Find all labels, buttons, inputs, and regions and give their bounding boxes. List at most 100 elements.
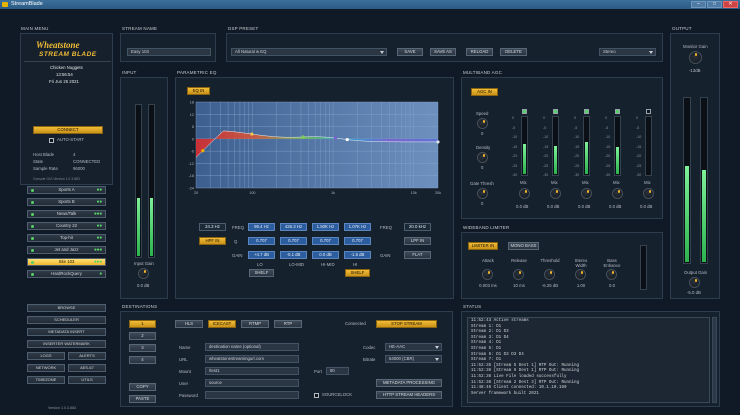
reload-button[interactable]: RELOAD (466, 48, 493, 56)
menu-button[interactable]: TIMEZONE (27, 376, 65, 384)
band-freq-field[interactable]: 426.3 Hz (280, 223, 307, 231)
maximize-button[interactable]: □ (707, 1, 722, 8)
source-item[interactable]: News/Talk ●●● (27, 210, 106, 218)
monitor-gain-knob[interactable] (689, 51, 702, 64)
agc-band-enable[interactable] (646, 109, 651, 114)
shelf-button[interactable]: SHELF (345, 269, 370, 277)
destination-slot-button[interactable]: 1 (129, 320, 156, 328)
copy-button[interactable]: COPY (129, 383, 156, 391)
band-q-field[interactable]: 0.707 (248, 237, 275, 245)
band-gain-field[interactable]: +4.7 dB (248, 251, 275, 259)
source-item[interactable]: Sports A ●● (27, 186, 106, 194)
band-gain-field[interactable]: 0.0 dB (312, 251, 339, 259)
menu-button[interactable]: AES-67 (68, 364, 106, 372)
eq-in-button[interactable]: EQ IN (187, 87, 210, 95)
eq-graph[interactable]: 18 12 6 0 -6 -12 -18 -2420 100 1k 10k 20k (184, 100, 446, 198)
bitrate-value: 64000 (CBR) (389, 356, 415, 361)
preset-select[interactable]: All Natural w EQ (231, 48, 387, 56)
save-as-button[interactable]: SAVE AS (430, 48, 456, 56)
band-q-field[interactable]: 0.707 (344, 237, 371, 245)
protocol-tab[interactable]: RTMP (241, 320, 269, 328)
agc-knob[interactable] (477, 152, 488, 163)
protocol-tab[interactable]: ICECAST (208, 320, 236, 328)
source-item[interactable]: Country 22 ●● (27, 222, 106, 230)
password-input[interactable] (205, 391, 299, 399)
agc-knob[interactable] (477, 188, 488, 199)
agc-band-enable[interactable] (553, 109, 558, 114)
codec-select[interactable]: HE-AAC (385, 343, 442, 351)
protocol-tab[interactable]: HLS (175, 320, 203, 328)
band-q-field[interactable]: 0.707 (312, 237, 339, 245)
band-freq-field[interactable]: 1.50K Hz (312, 223, 339, 231)
menu-button[interactable]: ALERTS (68, 352, 106, 360)
limiter-knob[interactable] (575, 269, 586, 280)
bitrate-select[interactable]: 64000 (CBR) (385, 355, 442, 363)
agc-band-enable[interactable] (522, 109, 527, 114)
connect-button[interactable]: CONNECT (33, 126, 103, 134)
band-q-field[interactable]: 0.707 (280, 237, 307, 245)
close-button[interactable]: ✕ (723, 1, 738, 8)
menu-button[interactable]: METADATA INSERT (27, 328, 106, 336)
agc-band-knob[interactable] (550, 188, 561, 199)
source-item[interactable]: Jet and Jazz ●●● (27, 246, 106, 254)
menu-button[interactable]: SCHEDULER (27, 316, 106, 324)
band-freq-field[interactable]: 98.4 Hz (248, 223, 275, 231)
source-item[interactable]: Top-hit ●● (27, 234, 106, 242)
save-button[interactable]: SAVE (397, 48, 423, 56)
metadata-processing-button[interactable]: METADATA PROCESSING (376, 379, 442, 387)
status-scrollbar[interactable] (712, 317, 717, 403)
agc-knob[interactable] (477, 118, 488, 129)
delete-button[interactable]: DELETE (500, 48, 527, 56)
paste-button[interactable]: PASTE (129, 395, 156, 403)
agc-band-knob[interactable] (581, 188, 592, 199)
flat-button[interactable]: FLAT (404, 251, 431, 259)
agc-in-button[interactable]: AGC IN (471, 88, 498, 96)
source-item[interactable]: HardRockQuery ● (27, 270, 106, 278)
minimize-button[interactable]: – (691, 1, 706, 8)
agc-band-knob[interactable] (519, 188, 530, 199)
input-gain-knob[interactable] (138, 268, 149, 279)
http-headers-button[interactable]: HTTP STREAM HEADERS (376, 391, 442, 399)
hpf-freq-field[interactable]: 24.3 Hz (199, 223, 226, 231)
name-input[interactable]: destination name (optional) (205, 343, 299, 351)
menu-button[interactable]: INSERTER WATERMARK (27, 340, 106, 348)
stream-name-input[interactable]: Easy 103 (127, 48, 211, 56)
stop-stream-button[interactable]: STOP STREAM (376, 320, 437, 328)
user-input[interactable]: source (205, 379, 299, 387)
shelf-button[interactable]: SHELF (249, 269, 274, 277)
agc-band-enable[interactable] (584, 109, 589, 114)
hpf-in-button[interactable]: HPF IN (199, 237, 226, 245)
menu-button[interactable]: NETWORK (27, 364, 65, 372)
band-freq-field[interactable]: 1.07K Hz (344, 223, 371, 231)
destination-slot-button[interactable]: 2 (129, 332, 156, 340)
destination-slot-button[interactable]: 4 (129, 356, 156, 364)
autostart-checkbox[interactable] (49, 138, 54, 143)
limiter-knob[interactable] (513, 269, 524, 280)
sourcelock-checkbox[interactable] (314, 393, 319, 398)
source-item[interactable]: Sports B ●● (27, 198, 106, 206)
status-log[interactable]: 11:52:43 Active streams Stream 1: D1 Strea… (467, 317, 710, 403)
agc-band-knob[interactable] (643, 188, 654, 199)
limiter-in-button[interactable]: LIMITER IN (468, 242, 498, 250)
menu-button[interactable]: LOGS (27, 352, 65, 360)
lpf-freq-field[interactable]: 20.0 kHz (404, 223, 431, 231)
limiter-knob[interactable] (606, 269, 617, 280)
port-input[interactable]: 80 (326, 367, 349, 375)
limiter-knob[interactable] (544, 269, 555, 280)
menu-button[interactable]: BROWSE (27, 304, 106, 312)
mount-input[interactable]: /test1 (205, 367, 299, 375)
menu-button[interactable]: UTILS (68, 376, 106, 384)
mode-select[interactable]: Stereo (599, 48, 656, 56)
protocol-tab[interactable]: RTP (274, 320, 302, 328)
lpf-in-button[interactable]: LPF IN (404, 237, 431, 245)
agc-band-enable[interactable] (615, 109, 620, 114)
band-gain-field[interactable]: -0.1 dB (280, 251, 307, 259)
mono-bass-button[interactable]: MONO BASS (508, 242, 539, 250)
source-item[interactable]: Site 103 ●●● (27, 258, 106, 266)
limiter-knob[interactable] (482, 269, 493, 280)
band-gain-field[interactable]: -1.5 dB (344, 251, 371, 259)
url-input[interactable]: wheatstonestreamingurl.com (205, 355, 299, 363)
destination-slot-button[interactable]: 3 (129, 344, 156, 352)
output-gain-knob[interactable] (689, 277, 700, 288)
agc-band-knob[interactable] (612, 188, 623, 199)
